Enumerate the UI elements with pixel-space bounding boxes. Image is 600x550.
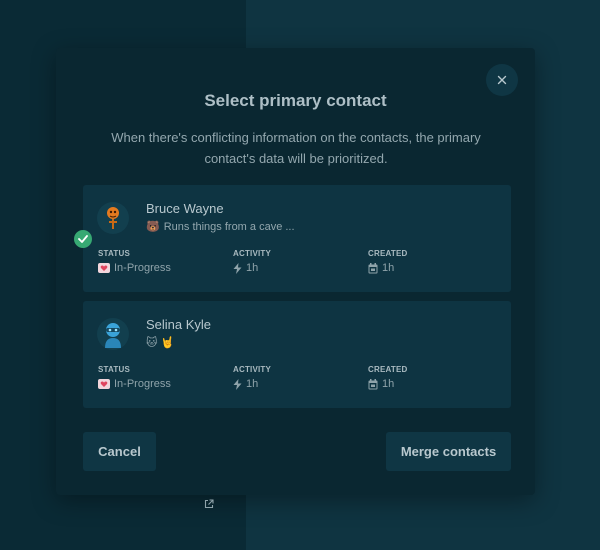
- created-column: CREATED 1h: [368, 249, 407, 274]
- activity-value: 1h: [246, 378, 259, 390]
- contact-name: Bruce Wayne: [146, 201, 224, 216]
- contact-description: 🐱 🤘: [146, 336, 178, 349]
- avatar-orange-figure-icon: [107, 207, 119, 229]
- contact-name: Selina Kyle: [146, 317, 212, 332]
- activity-value: 1h: [246, 262, 259, 274]
- close-icon: [497, 75, 507, 85]
- created-value: 1h: [382, 262, 395, 274]
- activity-label: ACTIVITY: [233, 365, 272, 374]
- created-label: CREATED: [368, 249, 408, 258]
- heart-badge-icon: [98, 379, 110, 389]
- avatar-blue-figure-icon: [105, 323, 121, 348]
- status-value: In-Progress: [114, 262, 171, 274]
- heart-badge-icon: [98, 263, 110, 273]
- status-value: In-Progress: [114, 378, 171, 390]
- created-column: CREATED 1h: [368, 365, 407, 390]
- created-value: 1h: [382, 378, 395, 390]
- contact-card-bruce-wayne[interactable]: Bruce Wayne 🐻 Runs things from a cave ..…: [83, 185, 511, 292]
- description-emoji: 🐱 🤘: [146, 337, 175, 349]
- selected-check-icon: [74, 230, 92, 248]
- created-label: CREATED: [368, 365, 408, 374]
- modal-subtitle: When there's conflicting information on …: [111, 130, 481, 166]
- status-column: STATUS In-Progress: [98, 249, 171, 274]
- cancel-button[interactable]: Cancel: [83, 432, 156, 471]
- modal-title: Select primary contact: [204, 91, 387, 110]
- activity-column: ACTIVITY 1h: [233, 249, 271, 274]
- merge-contacts-button[interactable]: Merge contacts: [386, 432, 511, 471]
- activity-label: ACTIVITY: [233, 249, 272, 258]
- external-link-icon[interactable]: [204, 496, 214, 509]
- contact-description: 🐻 Runs things from a cave ...: [146, 220, 295, 234]
- activity-column: ACTIVITY 1h: [233, 365, 271, 390]
- calendar-icon: [368, 262, 378, 274]
- description-emoji: 🐻: [146, 221, 160, 233]
- status-label: STATUS: [98, 249, 131, 258]
- status-label: STATUS: [98, 365, 131, 374]
- calendar-icon: [368, 378, 378, 390]
- avatar: [97, 318, 129, 350]
- avatar: [97, 202, 129, 234]
- lightning-icon: [233, 378, 242, 390]
- select-primary-contact-modal: Select primary contact When there's conf…: [56, 48, 535, 495]
- description-text: Runs things from a cave ...: [163, 220, 295, 233]
- status-column: STATUS In-Progress: [98, 365, 171, 390]
- lightning-icon: [233, 262, 242, 274]
- contact-card-selina-kyle[interactable]: Selina Kyle 🐱 🤘 STATUS In-Progress ACTIV…: [83, 301, 511, 408]
